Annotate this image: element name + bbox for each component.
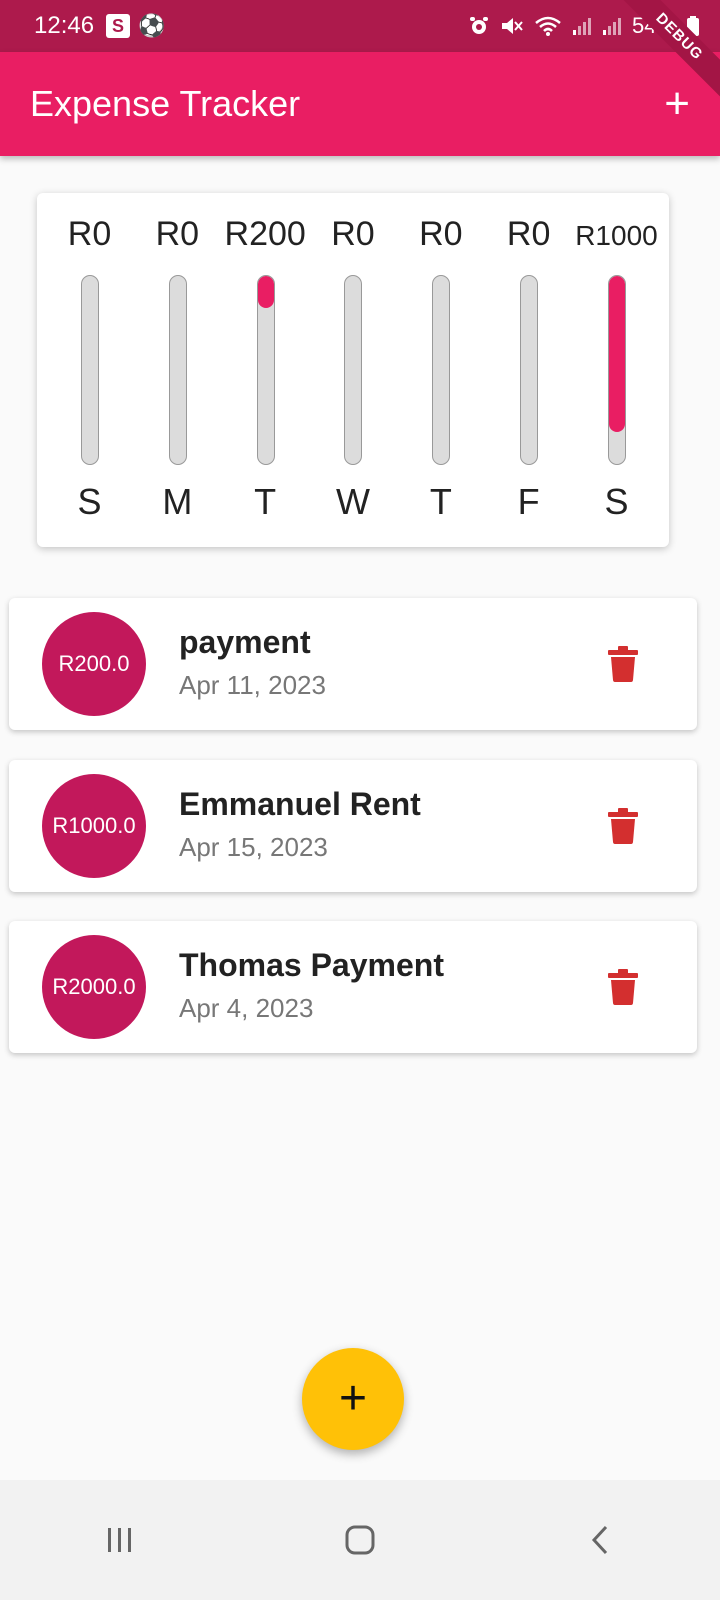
bar-day-label: M	[162, 481, 193, 522]
weekly-chart: R0 S R0 M R200 T R0 W R0 T R0 F R1000 S	[47, 193, 659, 547]
bar-amount-label: R0	[419, 215, 463, 253]
chart-bar-column: R0 W	[310, 193, 395, 547]
transaction-title: payment	[179, 624, 311, 660]
recent-apps-button[interactable]	[80, 1510, 160, 1570]
status-bar: 12:46 S ⚽ 54%	[0, 0, 720, 52]
wifi-icon	[535, 16, 561, 36]
s-app-icon: S	[106, 14, 131, 38]
bar-amount-label: R200	[224, 215, 306, 253]
transaction-title: Thomas Payment	[179, 947, 444, 983]
recents-icon	[108, 1528, 131, 1552]
bar-day-label: F	[517, 481, 540, 522]
transaction-date: Apr 11, 2023	[179, 670, 326, 700]
amount-avatar: R2000.0	[42, 935, 146, 1039]
mute-icon	[501, 18, 523, 34]
amount-avatar: R1000.0	[42, 774, 146, 878]
back-button[interactable]	[560, 1510, 640, 1570]
page-title: Expense Tracker	[30, 83, 301, 124]
transaction-date: Apr 4, 2023	[179, 993, 314, 1023]
bar-track	[607, 275, 626, 465]
transaction-card: R200.0 payment Apr 11, 2023	[9, 598, 697, 730]
bar-track	[81, 275, 99, 465]
delete-icon[interactable]	[607, 969, 639, 1005]
amount-avatar: R200.0	[42, 612, 146, 716]
add-transaction-button[interactable]: +	[664, 82, 690, 126]
app-bar: Expense Tracker +	[0, 52, 720, 156]
bar-day-label: T	[254, 481, 277, 522]
bar-day-label: S	[604, 481, 629, 522]
transaction-card: R1000.0 Emmanuel Rent Apr 15, 2023	[9, 760, 697, 892]
bar-day-label: T	[429, 481, 452, 522]
delete-icon[interactable]	[607, 808, 639, 844]
bar-track	[520, 275, 539, 465]
bar-track	[256, 275, 275, 465]
chart-bar-column: R1000 S	[574, 193, 659, 547]
bar-amount-label: R0	[155, 215, 200, 253]
chart-bar-column: R200 T	[223, 193, 308, 547]
bar-fill	[257, 276, 274, 308]
bar-day-label: W	[335, 481, 370, 522]
alarm-icon	[469, 17, 488, 34]
add-fab-button[interactable]: +	[302, 1348, 404, 1450]
signal-icon-1	[572, 18, 591, 35]
bar-fill	[608, 276, 625, 433]
transaction-title: Emmanuel Rent	[179, 786, 421, 822]
bar-amount-label: R0	[331, 215, 375, 253]
home-icon	[345, 1525, 375, 1555]
delete-icon[interactable]	[607, 646, 639, 682]
transaction-date: Apr 15, 2023	[179, 832, 328, 862]
transaction-card: R2000.0 Thomas Payment Apr 4, 2023	[9, 921, 697, 1053]
chart-bar-column: R0 S	[47, 193, 132, 547]
back-icon	[591, 1525, 608, 1555]
signal-icon-2	[602, 18, 621, 35]
chart-bar-column: R0 M	[135, 193, 220, 547]
system-nav-bar	[0, 1480, 720, 1600]
chart-bar-column: R0 F	[486, 193, 571, 547]
bar-track	[168, 275, 187, 465]
bar-amount-label: R0	[67, 215, 112, 253]
weekly-chart-card: R0 S R0 M R200 T R0 W R0 T R0 F R1000 S	[37, 193, 669, 547]
bar-track	[344, 275, 363, 465]
status-time: 12:46	[34, 12, 95, 39]
bar-day-label: S	[77, 481, 102, 522]
football-icon: ⚽	[138, 13, 166, 38]
bar-amount-label: R1000	[575, 220, 658, 251]
home-button[interactable]	[320, 1510, 400, 1570]
bar-track	[432, 275, 451, 465]
chart-bar-column: R0 T	[398, 193, 483, 547]
bar-amount-label: R0	[506, 215, 551, 253]
